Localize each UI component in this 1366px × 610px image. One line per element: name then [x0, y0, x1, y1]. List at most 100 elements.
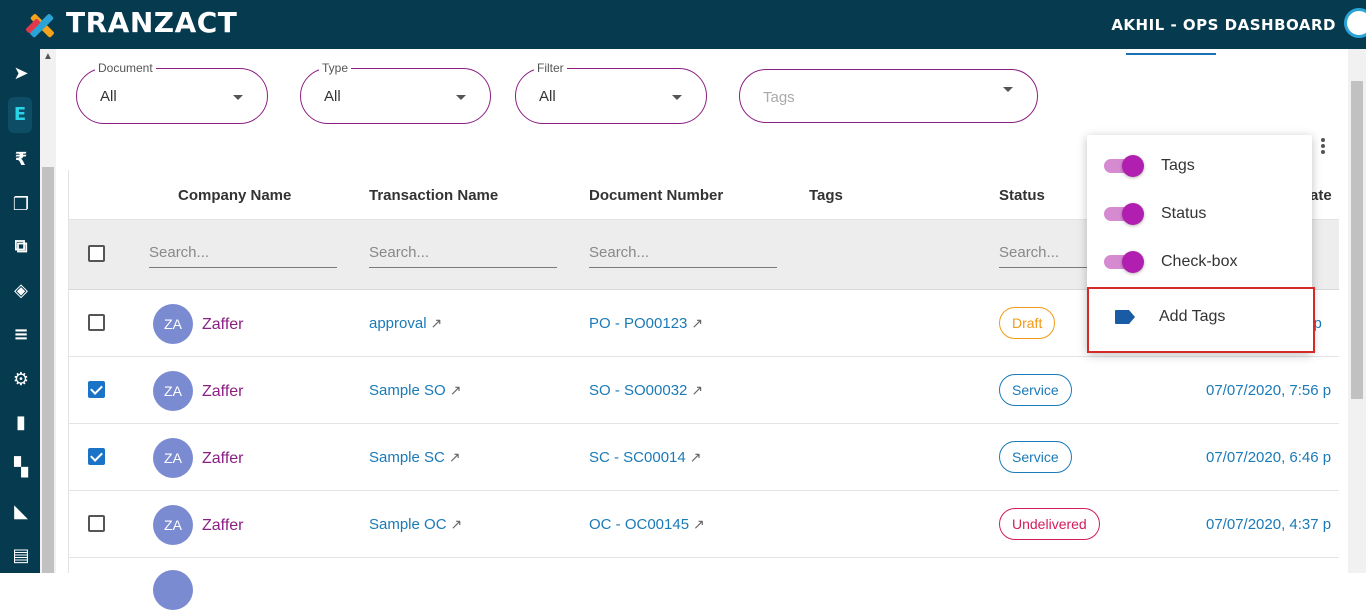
active-tab-indicator — [1126, 53, 1216, 55]
add-tags-button[interactable]: Add Tags — [1087, 287, 1315, 353]
send-icon[interactable]: ➤ — [10, 63, 32, 85]
document-link[interactable]: SC - SC00014 ↗ — [589, 449, 701, 466]
scrollbar-right[interactable] — [1348, 49, 1366, 573]
tags-toggle[interactable] — [1104, 155, 1144, 177]
date-cell: 07/07/2020, 7:56 p — [1206, 382, 1332, 399]
select-all-checkbox[interactable] — [88, 245, 105, 262]
external-link-icon[interactable]: ↗ — [431, 315, 443, 331]
column-tags[interactable]: Tags — [809, 187, 843, 204]
type-filter-label: Type — [319, 61, 352, 75]
scroll-thumb[interactable] — [1351, 81, 1363, 399]
transaction-link[interactable]: Sample SO ↗ — [369, 382, 461, 399]
filter-select[interactable]: Filter All — [515, 61, 707, 124]
transaction-link[interactable]: Sample SC ↗ — [369, 449, 461, 466]
document-number[interactable]: SC - SC00014 — [589, 449, 686, 466]
status-toggle[interactable] — [1104, 203, 1144, 225]
external-link-icon[interactable]: ↗ — [450, 382, 462, 398]
table-row[interactable]: ZA Zaffer Sample SC ↗ SC - SC00014 ↗ Servi… — [69, 424, 1339, 491]
transaction-name[interactable]: Sample OC — [369, 516, 447, 533]
column-status[interactable]: Status — [999, 187, 1045, 204]
company-name[interactable]: Zaffer — [202, 383, 244, 401]
rupee-icon[interactable]: ₹ — [10, 149, 32, 171]
transaction-link[interactable]: approval ↗ — [369, 315, 442, 332]
menu-item-tags[interactable]: Tags — [1087, 143, 1312, 191]
table-row[interactable] — [69, 558, 1339, 610]
date-cell: 07/07/2020, 4:37 p — [1206, 516, 1332, 533]
chevron-down-icon — [1003, 87, 1013, 92]
document-link[interactable]: PO - PO00123 ↗ — [589, 315, 703, 332]
date-cell: 07/07/2020, 6:46 p — [1206, 449, 1332, 466]
document-link[interactable]: OC - OC00145 ↗ — [589, 516, 705, 533]
brand-name: TRANZACT — [66, 6, 238, 39]
chevron-down-icon — [672, 95, 682, 100]
scroll-up-icon[interactable]: ▲ — [43, 51, 53, 62]
company-name[interactable]: Zaffer — [202, 316, 244, 334]
status-badge: Service — [999, 374, 1072, 406]
external-link-icon[interactable]: ↗ — [691, 315, 703, 331]
document-search-input[interactable]: Search... — [589, 242, 777, 268]
sidebar: ➤ E ₹ ❐ ⧉ ◈ ≡ ⚙ ▮ ▚ ◣ ▤ — [0, 49, 40, 573]
company-name[interactable]: Zaffer — [202, 517, 244, 535]
external-link-icon[interactable]: ↗ — [451, 516, 463, 532]
checkbox-toggle[interactable] — [1104, 251, 1144, 273]
chevron-down-icon — [456, 95, 466, 100]
user-name[interactable]: AKHIL - OPS DASHBOARD — [1111, 16, 1336, 34]
tags-filter[interactable]: Tags — [739, 69, 1038, 123]
external-link-icon[interactable]: ↗ — [693, 516, 705, 532]
settings-icon[interactable]: ⚙ — [10, 369, 32, 391]
external-link-icon[interactable]: ↗ — [690, 449, 702, 465]
row-checkbox[interactable] — [88, 314, 105, 331]
fast-list-icon[interactable]: ≡ — [10, 324, 32, 346]
transaction-search-input[interactable]: Search... — [369, 242, 557, 268]
company-name[interactable]: Zaffer — [202, 450, 244, 468]
ledger-icon[interactable]: E — [8, 97, 32, 133]
external-link-icon[interactable]: ↗ — [449, 449, 461, 465]
scrollbar-left[interactable]: ▲ — [40, 49, 56, 573]
tranzact-logo[interactable] — [22, 6, 62, 46]
tag-icon — [1115, 310, 1135, 324]
document-number[interactable]: PO - PO00123 — [589, 315, 687, 332]
column-date[interactable]: ate — [1310, 187, 1332, 204]
avatar: ZA — [153, 371, 193, 411]
more-options-icon[interactable] — [1318, 138, 1328, 158]
map-icon[interactable]: ▚ — [10, 457, 32, 479]
avatar: ZA — [153, 438, 193, 478]
menu-item-status[interactable]: Status — [1087, 191, 1312, 239]
box-icon[interactable]: ◈ — [10, 280, 32, 302]
book-icon[interactable]: ▮ — [10, 412, 32, 434]
document-filter[interactable]: Document All — [76, 61, 268, 124]
menu-item-checkbox[interactable]: Check-box — [1087, 239, 1312, 287]
scroll-thumb[interactable] — [42, 167, 54, 573]
column-document[interactable]: Document Number — [589, 187, 723, 204]
transaction-name[interactable]: Sample SC — [369, 449, 445, 466]
toggle-knob — [1122, 155, 1144, 177]
row-checkbox[interactable] — [88, 515, 105, 532]
column-transaction[interactable]: Transaction Name — [369, 187, 498, 204]
copy-icon[interactable]: ⧉ — [10, 236, 32, 258]
documents-icon[interactable]: ❐ — [10, 194, 32, 216]
add-tags-label: Add Tags — [1159, 308, 1226, 325]
document-filter-value: All — [100, 88, 117, 105]
column-company[interactable]: Company Name — [178, 187, 291, 204]
toggle-knob — [1122, 203, 1144, 225]
user-avatar[interactable] — [1344, 8, 1366, 38]
type-filter-value: All — [324, 88, 341, 105]
document-number[interactable]: SO - SO00032 — [589, 382, 687, 399]
shelf-icon[interactable]: ▤ — [10, 545, 32, 567]
type-filter[interactable]: Type All — [300, 61, 491, 124]
table-row[interactable]: ZA Zaffer Sample SO ↗ SO - SO00032 ↗ Servi… — [69, 357, 1339, 424]
company-search-input[interactable]: Search... — [149, 242, 337, 268]
row-checkbox[interactable] — [88, 381, 105, 398]
chart-icon[interactable]: ◣ — [10, 501, 32, 523]
row-checkbox[interactable] — [88, 448, 105, 465]
status-badge: Undelivered — [999, 508, 1100, 540]
chevron-down-icon — [233, 95, 243, 100]
document-number[interactable]: OC - OC00145 — [589, 516, 689, 533]
transaction-name[interactable]: approval — [369, 315, 427, 332]
transaction-link[interactable]: Sample OC ↗ — [369, 516, 462, 533]
tags-filter-placeholder: Tags — [763, 89, 795, 106]
external-link-icon[interactable]: ↗ — [691, 382, 703, 398]
table-row[interactable]: ZA Zaffer Sample OC ↗ OC - OC00145 ↗ Undel… — [69, 491, 1339, 558]
transaction-name[interactable]: Sample SO — [369, 382, 446, 399]
document-link[interactable]: SO - SO00032 ↗ — [589, 382, 703, 399]
